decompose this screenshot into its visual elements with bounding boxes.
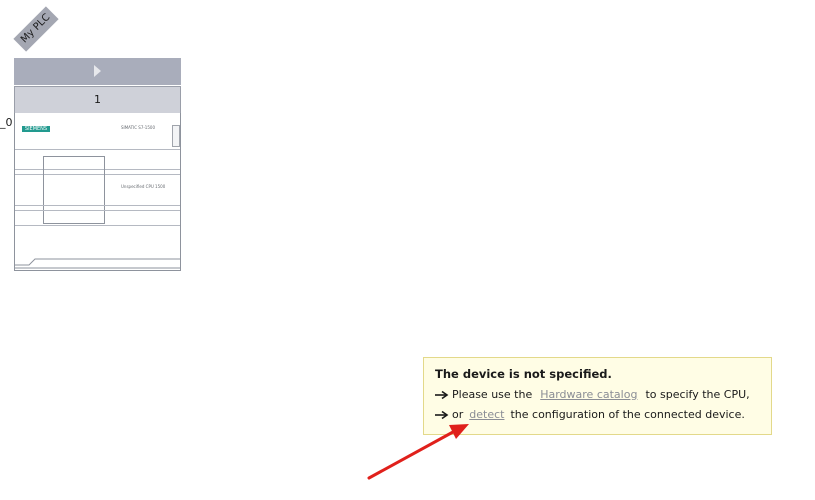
module-divider xyxy=(15,149,180,150)
device-view-canvas: My PLC 1 _0 SIEMENS SIMATIC S7-1500 Unsp… xyxy=(0,0,815,500)
device-not-specified-notice: The device is not specified. Please use … xyxy=(423,357,772,435)
notice-text: Please use the xyxy=(452,388,533,401)
arrow-right-icon xyxy=(435,410,449,419)
notice-line-hardware-catalog: Please use the Hardware catalog to speci… xyxy=(435,388,750,401)
chevron-right-icon[interactable] xyxy=(94,65,101,77)
brand-logo: SIEMENS xyxy=(22,126,50,132)
module-connector xyxy=(172,125,180,147)
notice-text: the configuration of the connected devic… xyxy=(510,408,745,421)
slot-number: 1 xyxy=(14,86,181,114)
hardware-catalog-link[interactable]: Hardware catalog xyxy=(540,388,637,401)
rack-stub-label: _0 xyxy=(0,116,13,129)
device-name-tag[interactable]: My PLC xyxy=(13,6,59,52)
rack-header[interactable] xyxy=(14,58,181,85)
module-cpu-label: Unspecified CPU 1500 xyxy=(121,184,166,189)
module-display xyxy=(43,156,105,224)
module-model-label: SIMATIC S7-1500 xyxy=(121,125,155,130)
cpu-module[interactable]: SIEMENS SIMATIC S7-1500 Unspecified CPU … xyxy=(14,113,181,271)
module-divider xyxy=(15,210,180,211)
module-divider xyxy=(15,205,180,206)
notice-text: to specify the CPU, xyxy=(645,388,750,401)
notice-line-detect: or detect the configuration of the conne… xyxy=(435,408,745,421)
notice-title: The device is not specified. xyxy=(435,367,612,381)
red-pointer-arrow-icon xyxy=(367,424,469,480)
module-divider xyxy=(15,225,180,226)
arrow-right-icon xyxy=(435,390,449,399)
module-base xyxy=(15,258,180,269)
